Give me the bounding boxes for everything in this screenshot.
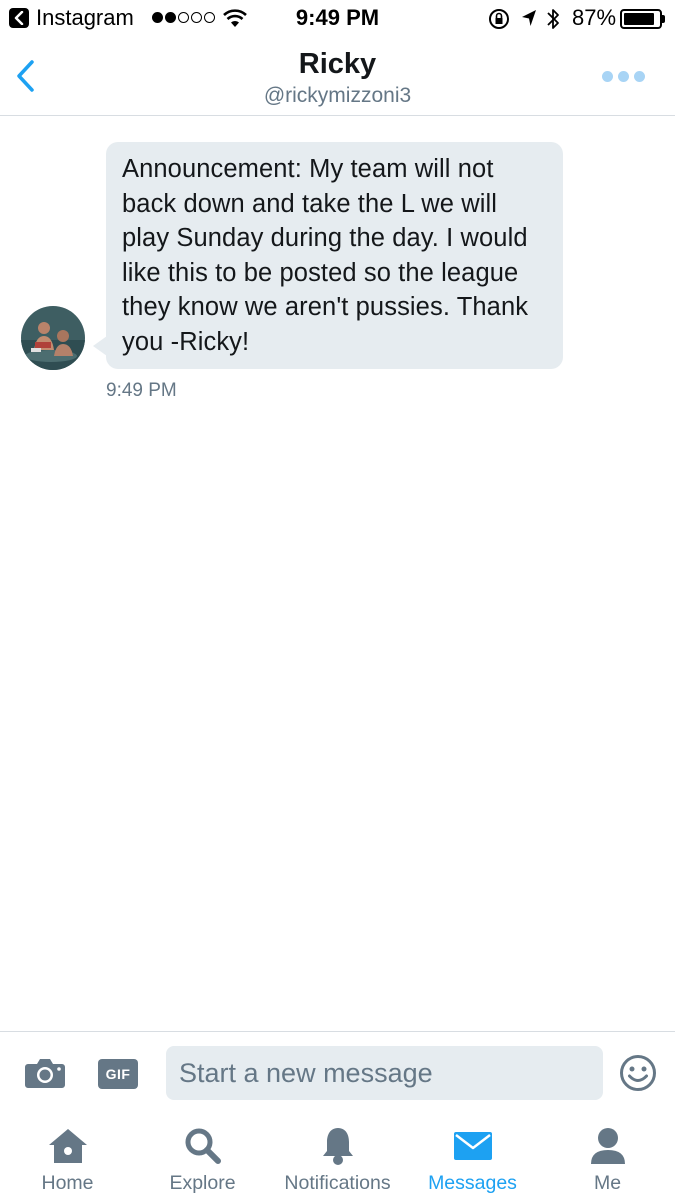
more-options-button[interactable] [598,66,648,86]
more-dot-icon [601,70,613,82]
envelope-icon [453,1132,492,1160]
bell-icon [322,1128,353,1165]
new-message-input[interactable] [166,1046,603,1100]
tab-notifications[interactable]: Notifications [270,1125,405,1200]
smiley-icon [620,1055,656,1091]
tab-label: Notifications [284,1172,391,1194]
tab-label: Explore [169,1172,236,1194]
battery-icon [620,9,662,29]
conversation-header: Ricky @rickymizzoni3 [0,38,675,116]
more-dot-icon [633,70,645,82]
tab-label: Messages [428,1172,517,1194]
tab-messages[interactable]: Messages [405,1125,540,1200]
emoji-button[interactable] [619,1054,657,1097]
message-text: Announcement: My team will not back down… [122,155,529,356]
tab-me[interactable]: Me [540,1125,675,1200]
contact-handle: @rickymizzoni3 [263,84,412,107]
more-dot-icon [617,70,629,82]
message-timestamp: 9:49 PM [106,380,177,401]
tab-bar: Home Explore Notifications Messages Me [0,1115,675,1200]
battery-tip [662,15,665,23]
bubble-tail [93,336,107,356]
location-icon [522,10,536,26]
battery-percent: 87% [572,5,617,30]
camera-button[interactable] [24,1056,66,1095]
status-bar: Instagram 9:49 PM 87% [0,0,675,38]
bluetooth-icon [547,9,559,29]
person-icon [590,1128,625,1164]
tab-home[interactable]: Home [0,1125,135,1200]
search-icon [185,1128,221,1164]
gif-button[interactable]: GIF [98,1059,138,1089]
message-bubble[interactable]: Announcement: My team will not back down… [106,142,563,369]
avatar[interactable] [21,306,85,370]
tab-explore[interactable]: Explore [135,1125,270,1200]
tab-label: Me [593,1172,622,1194]
message-composer: GIF [0,1031,675,1115]
home-icon [48,1129,87,1163]
tab-label: Home [41,1172,94,1194]
contact-name: Ricky [298,48,377,80]
rotation-lock-icon [489,9,509,29]
camera-icon [25,1059,65,1088]
